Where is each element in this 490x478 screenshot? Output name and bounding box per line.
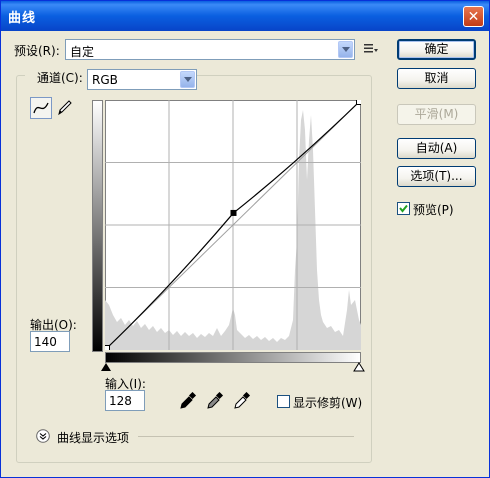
preset-menu-icon[interactable] (363, 43, 379, 55)
window-title: 曲线 (8, 11, 37, 26)
preview-label[interactable]: 预览(P) (413, 201, 454, 218)
pencil-tool-button[interactable] (55, 97, 77, 119)
show-clipping-checkbox[interactable] (277, 395, 290, 408)
black-slider-icon[interactable] (100, 362, 112, 372)
close-icon[interactable]: ✕ (463, 6, 484, 27)
curve-options-label[interactable]: 曲线显示选项 (57, 429, 129, 446)
curve-point-active[interactable] (230, 209, 237, 216)
preset-select[interactable]: 自定 (65, 39, 355, 60)
white-point-eyedropper-icon[interactable] (233, 392, 251, 410)
input-gradient-bar (105, 352, 361, 363)
smooth-button: 平滑(M) (397, 104, 476, 125)
checkmark-icon (399, 204, 408, 213)
chevron-down-icon[interactable] (180, 71, 195, 88)
output-field[interactable]: 140 (30, 331, 70, 352)
ok-button[interactable]: 确定 (397, 39, 476, 60)
output-gradient-bar (92, 100, 103, 352)
title-bar[interactable]: 曲线 ✕ (1, 1, 489, 31)
curve-tool-button[interactable] (30, 97, 52, 119)
curve-graph[interactable] (105, 100, 361, 350)
preview-checkbox[interactable] (397, 202, 410, 215)
channel-select[interactable]: RGB (87, 69, 197, 90)
channel-label: 通道(C): (25, 69, 95, 86)
preset-label: 预设(R): (14, 44, 60, 58)
curve-point-white[interactable] (356, 100, 362, 105)
show-clipping-label[interactable]: 显示修剪(W) (293, 394, 362, 411)
auto-button[interactable]: 自动(A) (397, 138, 476, 159)
black-point-eyedropper-icon[interactable] (179, 392, 197, 410)
gray-point-eyedropper-icon[interactable] (206, 392, 224, 410)
white-slider-icon[interactable] (353, 362, 365, 372)
curve-point-black[interactable] (105, 345, 110, 351)
curve-tool-icon (33, 102, 49, 114)
options-button[interactable]: 选项(T)... (397, 166, 476, 187)
cancel-button[interactable]: 取消 (397, 68, 476, 89)
separator (138, 436, 354, 437)
expand-chevron-icon[interactable] (36, 429, 50, 443)
channel-value: RGB (92, 73, 118, 87)
preset-value: 自定 (70, 45, 95, 59)
chevron-down-icon[interactable] (338, 41, 353, 58)
input-field[interactable]: 128 (105, 390, 145, 411)
curves-dialog: 曲线 ✕ 预设(R): 自定 确定 取消 平滑(M) 自动(A) 选项(T)..… (0, 0, 490, 478)
pencil-icon (58, 100, 72, 116)
